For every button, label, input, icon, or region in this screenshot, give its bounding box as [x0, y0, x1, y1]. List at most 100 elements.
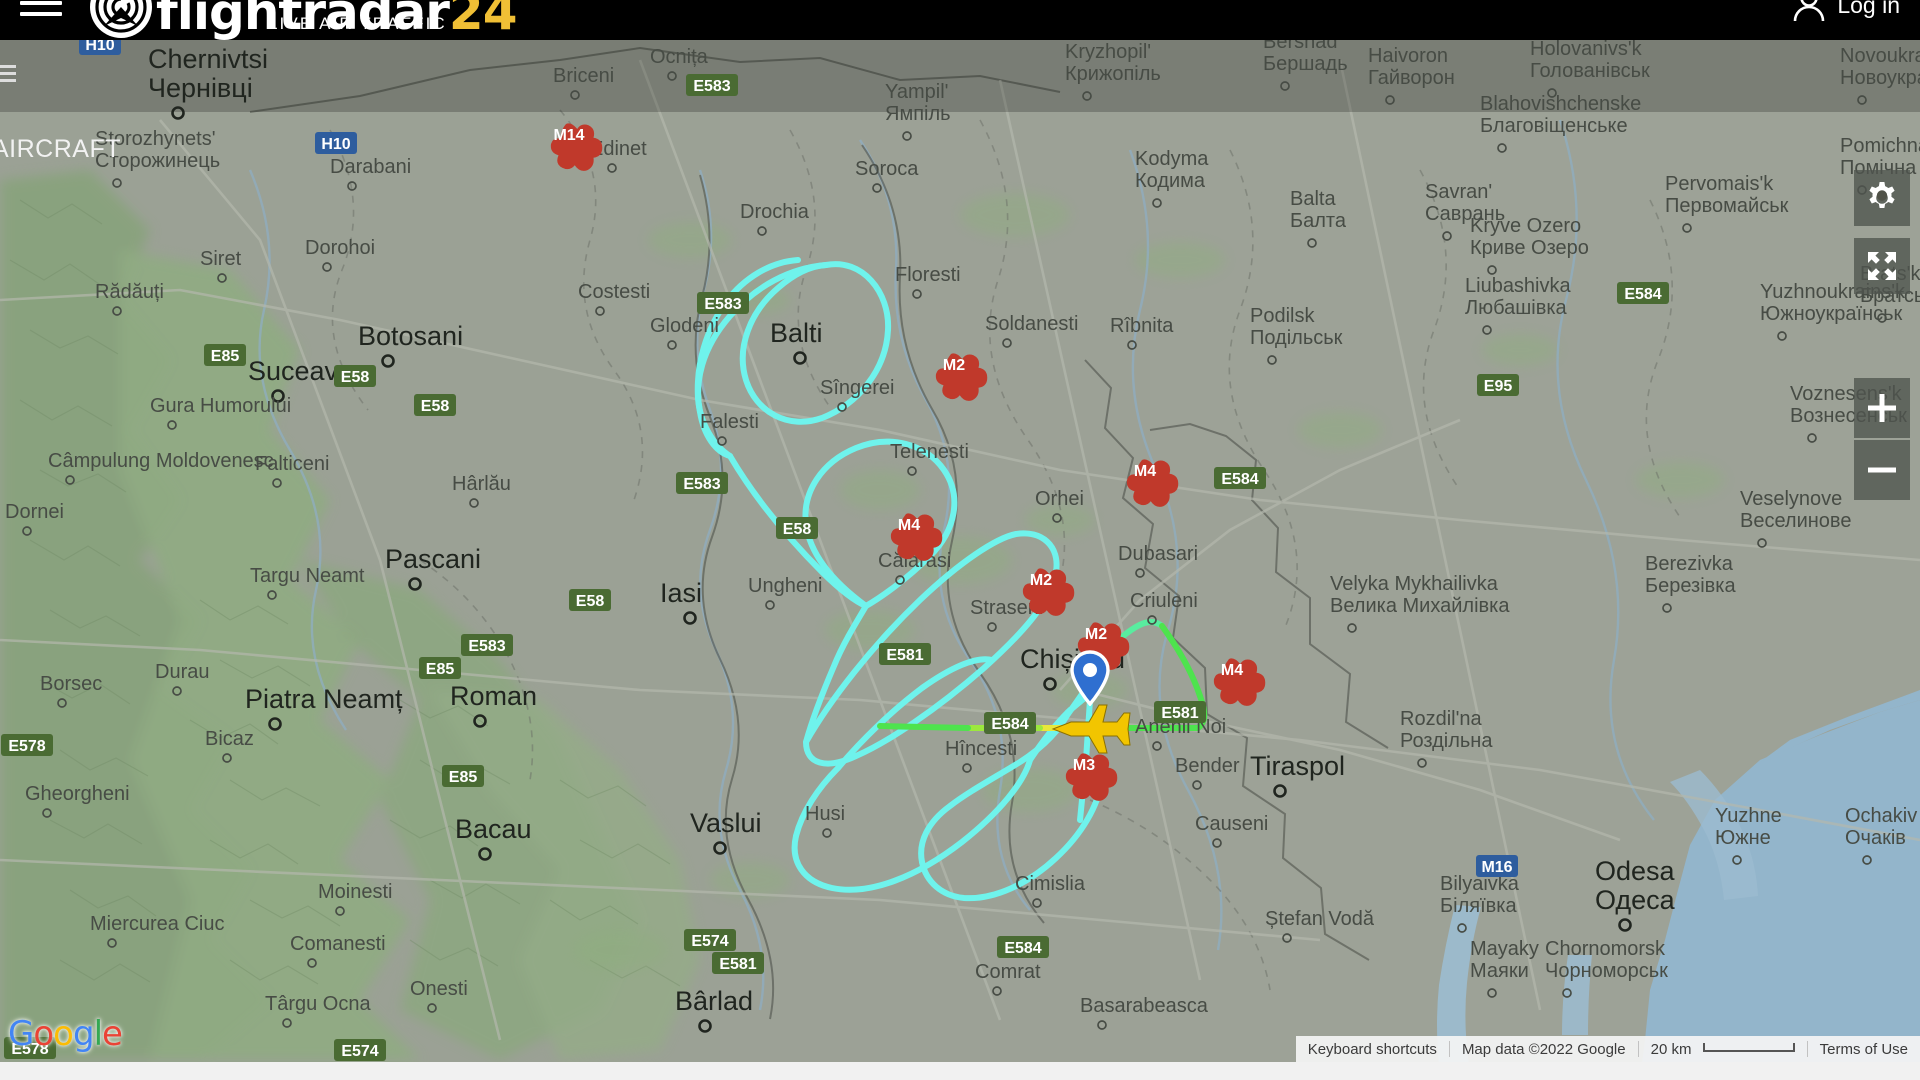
city-name-latin: Targu Neamt — [250, 565, 365, 587]
city-name-latin: Bârlad — [675, 986, 753, 1016]
city-label: Velyka MykhailivkaВелика Михайлівка — [1330, 573, 1510, 633]
city-label: Bender — [1175, 755, 1240, 790]
city-marker-dot — [1052, 513, 1062, 523]
road-shield: E581 — [1154, 701, 1206, 723]
city-label: Borsec — [40, 673, 102, 708]
road-shield: E583 — [461, 634, 513, 656]
road-shield-label: M2 — [1030, 572, 1052, 589]
city-name-cyrillic: Гайворон — [1368, 67, 1455, 89]
city-name-latin: Kryzhopil' — [1065, 41, 1151, 63]
city-label: Storozhynets'Сторожинець — [95, 128, 220, 188]
login-button[interactable]: Log in — [1791, 0, 1900, 22]
city-marker-dot — [107, 938, 117, 948]
road-shield: H10 — [315, 132, 357, 154]
city-label: Causeni — [1195, 813, 1268, 848]
city-marker-dot — [65, 475, 75, 485]
city-label: YuzhneЮжне — [1715, 805, 1782, 865]
top-header-bar: flightradar24 LIVE AIR TRAFFIC Log in — [0, 0, 1920, 40]
map-canvas[interactable]: Chernivtsi Чернівці Ocnița Briceni Yampil' Ям… — [0, 0, 1920, 1080]
city-name-latin: Rozdil'na — [1400, 708, 1483, 730]
city-marker-dot — [757, 226, 767, 236]
settings-button[interactable] — [1854, 170, 1910, 226]
city-label: Falesti — [700, 411, 759, 446]
city-marker-dot — [1857, 95, 1867, 105]
city-label: Comrat — [975, 961, 1041, 996]
road-shield-label: M4 — [898, 517, 920, 534]
city-name-latin: Ochakiv — [1845, 805, 1917, 827]
city-marker-dot — [683, 611, 697, 625]
city-label: BilyaivkaБіляївка — [1440, 873, 1520, 933]
city-name-latin: Glodeni — [650, 315, 719, 337]
road-shield-label: M2 — [1085, 626, 1107, 643]
city-marker-dot — [1862, 855, 1872, 865]
city-label: Rădăuți — [95, 281, 164, 316]
city-label: PodilskПодільськ — [1250, 305, 1343, 365]
city-name-latin: Câmpulung Moldovenesc — [48, 450, 274, 472]
city-label: Costesti — [578, 281, 650, 316]
city-marker-dot — [1417, 758, 1427, 768]
road-shield: E58 — [334, 365, 376, 387]
city-name-latin: Miercurea Ciuc — [90, 913, 224, 935]
city-label: Hârlău — [452, 473, 511, 508]
fullscreen-button[interactable] — [1854, 238, 1910, 294]
map-labels-layer: ChernivtsiЧернівці Ocnița Briceni Yampil'Ям… — [1, 31, 1920, 1061]
login-label: Log in — [1837, 0, 1900, 18]
city-name-cyrillic: Велика Михайлівка — [1330, 595, 1510, 617]
city-label: ChornomorskЧорноморськ — [1545, 938, 1668, 998]
city-marker-dot — [667, 340, 677, 350]
city-name-cyrillic: Южне — [1715, 827, 1771, 849]
city-name-latin: Husi — [805, 803, 845, 825]
city-name-latin: Dornei — [5, 501, 64, 523]
city-name-latin: Liubashivka — [1465, 275, 1572, 297]
city-name-latin: Velyka Mykhailivka — [1330, 573, 1499, 595]
google-logo[interactable]: Google — [8, 1014, 123, 1054]
city-marker-dot — [307, 958, 317, 968]
road-shield-label: E583 — [683, 476, 720, 493]
city-marker-dot — [1482, 325, 1492, 335]
city-label: Dubasari — [1118, 543, 1198, 578]
city-marker-dot — [1347, 623, 1357, 633]
keyboard-shortcuts-link[interactable]: Keyboard shortcuts — [1296, 1041, 1449, 1058]
city-name-latin: Hârlău — [452, 473, 511, 495]
map-pin-icon[interactable] — [1070, 650, 1110, 711]
city-label: Gura Humorului — [150, 395, 291, 430]
city-marker-dot — [347, 181, 357, 191]
city-marker-dot — [1043, 677, 1057, 691]
city-marker-dot — [1152, 198, 1162, 208]
terms-of-use-link[interactable]: Terms of Use — [1808, 1041, 1920, 1058]
city-label: Iasi — [660, 578, 702, 625]
road-shield: E583 — [686, 74, 738, 96]
city-label: Bicaz — [205, 728, 254, 763]
city-name-latin: Chernivtsi — [148, 44, 268, 74]
city-name-latin: Târgu Ocna — [265, 993, 371, 1015]
city-name-latin: Moinesti — [318, 881, 392, 903]
google-letter-o2: o — [53, 1014, 74, 1054]
scale-label: 20 km — [1650, 1040, 1692, 1058]
zoom-out-button[interactable] — [1854, 440, 1910, 500]
city-label: MayakyМаяки — [1470, 938, 1539, 998]
city-label: Rîbnita — [1110, 315, 1174, 350]
brand-tagline: LIVE AIR TRAFFIC — [268, 14, 447, 33]
city-marker-dot — [822, 828, 832, 838]
city-marker-dot — [217, 273, 227, 283]
road-shield-label: E85 — [449, 769, 478, 786]
city-marker-dot — [1777, 331, 1787, 341]
city-name-latin: Piatra Neamț — [245, 684, 403, 714]
city-marker-dot — [1662, 603, 1672, 613]
road-shield: E58 — [569, 589, 611, 611]
road-shield: E95 — [1477, 374, 1519, 396]
city-label: Roman — [450, 681, 537, 728]
city-label: Telenesti — [890, 441, 969, 476]
city-marker-dot — [473, 714, 487, 728]
city-name-latin: Pomichna — [1840, 135, 1920, 157]
city-name-cyrillic: Первомайськ — [1665, 195, 1789, 217]
city-marker-dot — [902, 131, 912, 141]
zoom-in-button[interactable] — [1854, 378, 1910, 438]
hamburger-menu-button[interactable] — [20, 0, 62, 20]
city-name-latin: Holovanivs'k — [1530, 38, 1643, 60]
city-name-latin: Roman — [450, 681, 537, 711]
city-label: Pervomais'kПервомайськ — [1665, 173, 1789, 233]
city-label: Tiraspol — [1250, 751, 1345, 798]
city-name-latin: Drochia — [740, 201, 810, 223]
city-name-latin: Pascani — [385, 544, 481, 574]
